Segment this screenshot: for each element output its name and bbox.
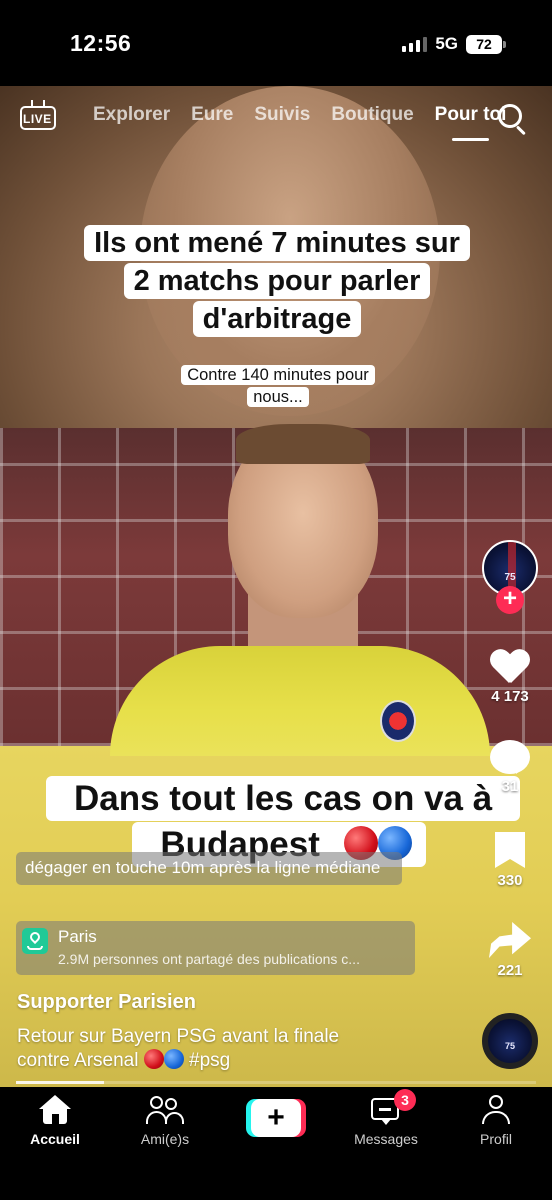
video-progress-fill: [16, 1081, 105, 1084]
home-icon: [39, 1095, 71, 1125]
video-info-text: dégager en touche 10m après la ligne méd…: [16, 852, 402, 885]
video-caption-sub: Contre 140 minutes pour nous...: [164, 364, 392, 408]
heart-icon: [490, 648, 530, 684]
author-name[interactable]: Supporter Parisien: [17, 991, 196, 1014]
status-bar: 12:56 5G 72: [0, 0, 552, 86]
top-nav: LIVE Explorer Eure Suivis Boutique Pour …: [0, 86, 552, 146]
feed-tabs: Explorer Eure Suivis Boutique Pour toi: [93, 104, 506, 141]
nav-messages[interactable]: Messages: [336, 1095, 436, 1147]
follow-button[interactable]: +: [496, 586, 524, 614]
tab-pour-toi[interactable]: Pour toi: [435, 104, 506, 141]
nav-profile[interactable]: Profil: [446, 1095, 546, 1147]
location-description: 2.9M personnes ont partagé des publicati…: [58, 951, 360, 967]
psg-crest-icon: [380, 700, 416, 742]
friends-icon: [146, 1095, 184, 1125]
location-name: Paris: [58, 927, 97, 946]
signal-icon: [402, 36, 428, 52]
blue-circle-icon: [163, 1049, 184, 1069]
tab-suivis[interactable]: Suivis: [254, 104, 310, 126]
tab-explorer[interactable]: Explorer: [93, 104, 170, 126]
network-type: 5G: [435, 34, 458, 53]
video-progress-bar[interactable]: [16, 1081, 536, 1084]
like-button[interactable]: 4 173: [480, 648, 540, 705]
bookmark-count: 330: [497, 872, 523, 889]
comment-count: 31: [501, 778, 519, 795]
red-circle-icon: [143, 1049, 164, 1069]
nav-home[interactable]: Accueil: [5, 1095, 105, 1147]
tab-eure[interactable]: Eure: [191, 104, 233, 126]
battery-icon: 72: [466, 34, 506, 54]
like-count: 4 173: [491, 688, 529, 705]
post-description[interactable]: Retour sur Bayern PSG avant la finale co…: [17, 1025, 397, 1073]
tab-boutique[interactable]: Boutique: [331, 104, 413, 126]
status-time: 12:56: [70, 30, 132, 56]
search-icon[interactable]: [498, 104, 528, 136]
location-tag[interactable]: Paris 2.9M personnes ont partagé des pub…: [16, 921, 415, 975]
comment-icon: [490, 740, 530, 774]
location-pin-icon: [22, 928, 48, 954]
create-button[interactable]: +: [246, 1099, 306, 1137]
share-count: 221: [497, 962, 523, 979]
messages-badge: 3: [394, 1089, 416, 1111]
share-icon: [489, 922, 531, 958]
profile-icon: [482, 1095, 510, 1125]
plus-icon: +: [251, 1099, 301, 1137]
video-caption-main: Ils ont mené 7 minutes sur 2 matchs pour…: [82, 224, 472, 338]
live-icon[interactable]: LIVE: [20, 100, 58, 132]
share-button[interactable]: 221: [480, 922, 540, 979]
music-disc[interactable]: 75: [482, 1013, 538, 1069]
live-label: LIVE: [23, 112, 52, 126]
goalkeeper-jersey: [110, 646, 490, 756]
hashtag[interactable]: #psg: [189, 1050, 230, 1071]
bookmark-button[interactable]: 330: [480, 832, 540, 889]
nav-friends[interactable]: Ami(e)s: [115, 1095, 215, 1147]
bookmark-icon: [495, 832, 525, 868]
comment-button[interactable]: 31: [480, 740, 540, 795]
status-indicators: 5G 72: [402, 34, 506, 54]
